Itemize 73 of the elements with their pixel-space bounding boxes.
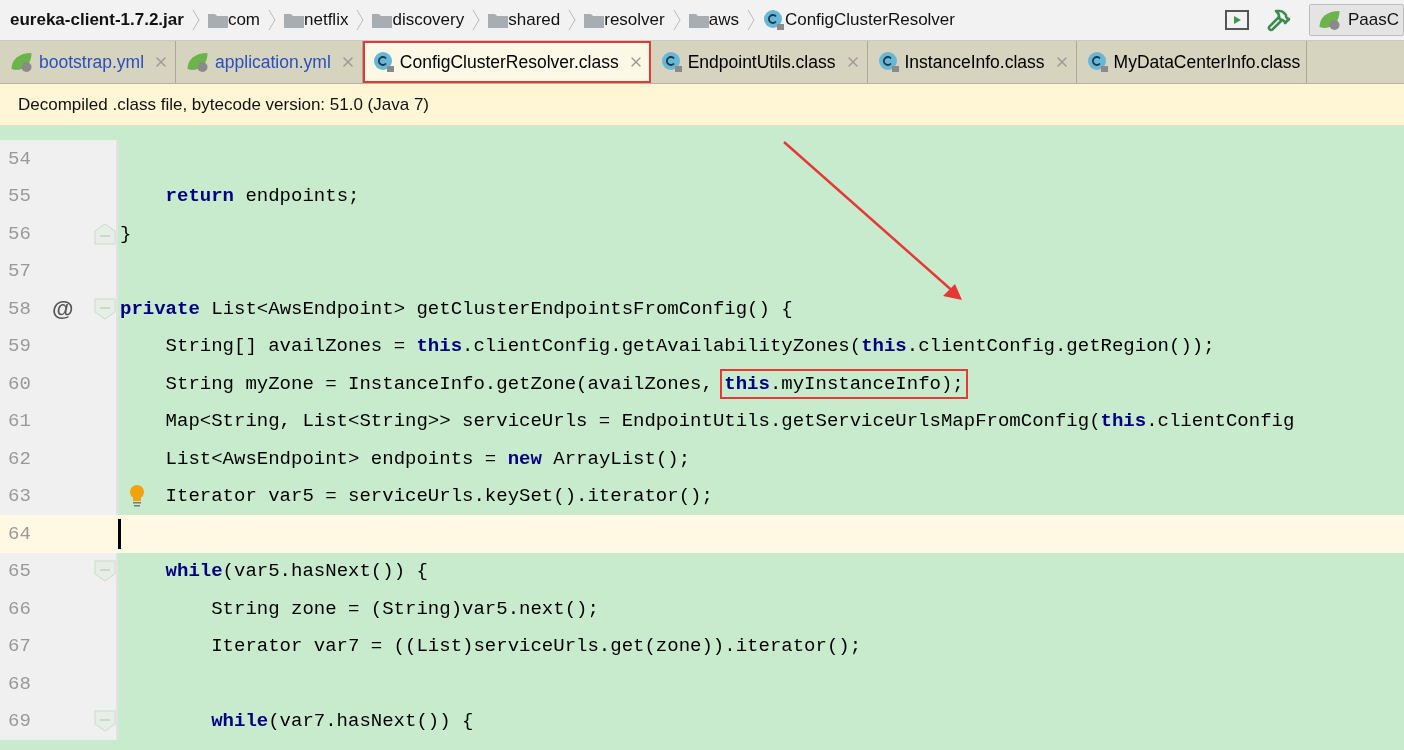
line-number: 55 — [7, 185, 32, 208]
chevron-icon — [746, 8, 755, 32]
line-number: 62 — [7, 447, 32, 470]
leaf-icon — [1317, 9, 1342, 31]
code-text: Iterator var5 = serviceUrls.keySet().iterator(); — [165, 485, 713, 508]
editor-tab[interactable]: MyDataCenterInfo.class — [1076, 41, 1308, 83]
fold-icon[interactable] — [94, 222, 116, 245]
chevron-icon — [568, 8, 577, 32]
run-window-icon[interactable] — [1224, 10, 1249, 30]
breadcrumb-item[interactable]: resolver — [604, 10, 665, 30]
code-text: List<AwsEndpoint> endpoints = new ArrayList(); — [165, 447, 691, 470]
class-icon — [372, 51, 395, 73]
class-icon — [1086, 51, 1109, 73]
breadcrumb-item[interactable]: aws — [708, 10, 739, 30]
code-text: String myZone = InstanceInfo.getZone(availZones, — [165, 372, 714, 395]
editor-tab[interactable]: bootstrap.yml — [0, 41, 177, 83]
code-text: while(var5.hasNext()) { — [165, 560, 428, 583]
fold-icon[interactable] — [94, 560, 116, 583]
gutter-mark[interactable]: @ — [52, 295, 74, 322]
breadcrumb-item[interactable]: discovery — [392, 10, 465, 30]
chevron-icon — [191, 8, 200, 32]
lightbulb-icon[interactable] — [128, 484, 146, 509]
code-text: while(var7.hasNext()) { — [211, 710, 474, 733]
chevron-icon — [672, 8, 681, 32]
folder-icon — [284, 12, 304, 28]
line-number: 60 — [7, 372, 32, 395]
class-icon — [660, 51, 683, 73]
class-icon — [877, 51, 900, 73]
chevron-icon — [356, 8, 365, 32]
code-text: Map<String, List<String>> serviceUrls = EndpointUtils.getServiceUrlsMapFromConfig(this.clientConfig — [165, 410, 1295, 433]
folder-icon — [584, 12, 605, 28]
editor-tab[interactable]: ConfigClusterResolver.class — [362, 41, 651, 83]
line-number: 64 — [7, 522, 32, 545]
line-number: 59 — [7, 335, 32, 358]
editor-tab[interactable]: EndpointUtils.class — [650, 41, 868, 83]
folder-icon — [207, 12, 228, 28]
decompiled-notice: Decompiled .class file, bytecode version: 51.0 (Java 7) — [18, 94, 430, 115]
chevron-icon — [268, 8, 276, 32]
line-number: 58 — [7, 297, 32, 320]
chevron-icon — [472, 8, 481, 32]
code-text: String zone = (String)var5.next(); — [211, 597, 599, 620]
run-configuration-button[interactable]: PaasC — [1308, 4, 1404, 36]
code-text: private List<AwsEndpoint> getClusterEndpointsFromConfig() { — [120, 297, 793, 320]
editor-tab[interactable]: application.yml — [176, 41, 363, 83]
breadcrumb-item[interactable]: ConfigClusterResolver — [784, 10, 955, 30]
code-text: } — [120, 222, 132, 245]
fold-icon[interactable] — [94, 710, 116, 733]
line-number: 54 — [7, 147, 32, 170]
line-number: 61 — [7, 410, 32, 433]
line-number: 57 — [7, 260, 32, 283]
breadcrumb-item[interactable]: shared — [508, 10, 561, 30]
code-text: return endpoints; — [165, 185, 360, 208]
leaf-icon — [10, 51, 34, 73]
folder-icon — [688, 12, 709, 28]
hammer-icon[interactable] — [1266, 8, 1291, 32]
breadcrumb-item[interactable]: eureka-client-1.7.2.jar — [10, 10, 184, 30]
line-number: 68 — [7, 672, 32, 695]
fold-icon[interactable] — [94, 297, 116, 320]
line-number: 63 — [7, 485, 32, 508]
class-icon — [762, 9, 785, 31]
line-number: 67 — [7, 635, 32, 658]
breadcrumb-item[interactable]: netflix — [304, 10, 349, 30]
breadcrumb-item[interactable]: com — [227, 10, 260, 30]
folder-icon — [372, 12, 393, 28]
line-number: 56 — [7, 222, 32, 245]
line-number: 66 — [7, 597, 32, 620]
line-number: 65 — [7, 560, 32, 583]
line-number: 69 — [7, 710, 32, 733]
folder-icon — [488, 12, 509, 28]
text-cursor — [118, 519, 121, 549]
editor-tab[interactable]: InstanceInfo.class — [867, 41, 1077, 83]
code-text: Iterator var7 = ((List)serviceUrls.get(zone)).iterator(); — [211, 635, 862, 658]
code-text: String[] availZones = this.clientConfig.getAvailabilityZones(this.clientConfig.getRegion()); — [165, 335, 1215, 358]
